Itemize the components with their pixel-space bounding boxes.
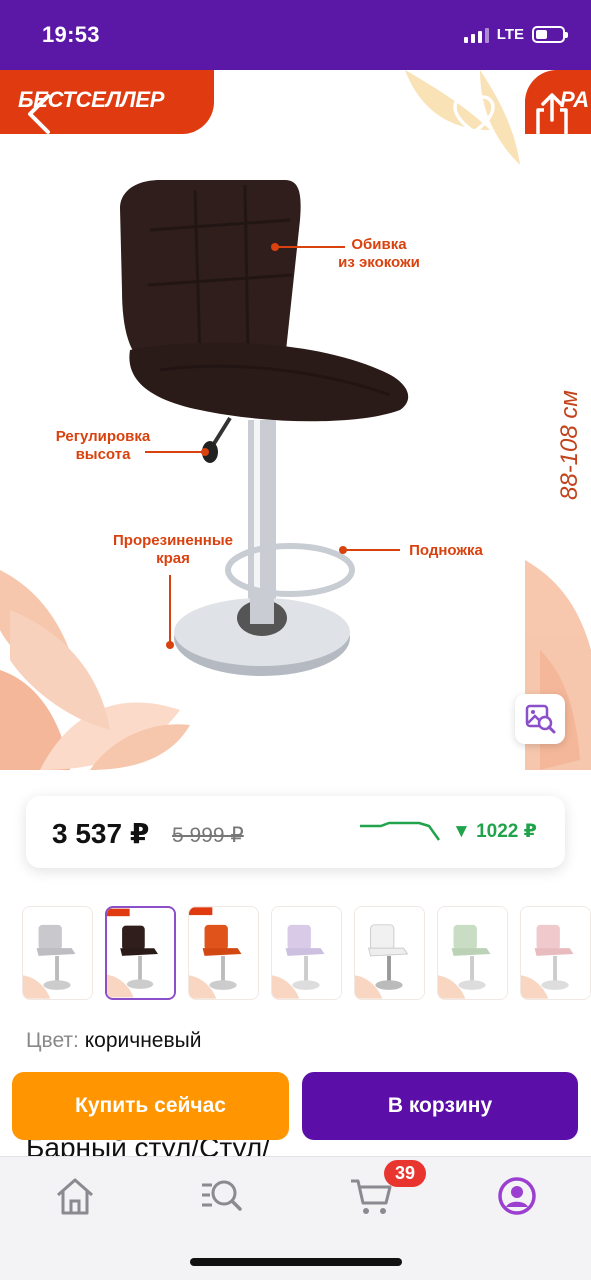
annotation-footrest: Подножка bbox=[409, 542, 483, 559]
network-type: LTE bbox=[496, 26, 524, 43]
thumbnail-green[interactable] bbox=[437, 906, 508, 1000]
status-indicators: LTE bbox=[463, 26, 568, 43]
price-drop: ▼ 1022 ₽ bbox=[452, 821, 537, 842]
buy-now-button[interactable]: Купить сейчас bbox=[12, 1072, 289, 1140]
status-time: 19:53 bbox=[42, 22, 100, 47]
product-image-gallery[interactable]: БЕСТСЕЛЛЕР РА Обивка из экокожи Регулиро… bbox=[0, 70, 591, 770]
old-price: 5 999 ₽ bbox=[172, 824, 244, 847]
thumbnail-gray[interactable] bbox=[22, 906, 93, 1000]
thumbnail-pink[interactable] bbox=[520, 906, 591, 1000]
thumbnail-strip bbox=[22, 906, 591, 1002]
share-icon[interactable] bbox=[530, 92, 574, 140]
annotation-rubber-edges: Прорезиненные края bbox=[113, 532, 233, 567]
home-icon[interactable] bbox=[52, 1173, 98, 1219]
price-trend-icon bbox=[360, 821, 441, 841]
image-search-icon[interactable] bbox=[515, 694, 565, 744]
profile-icon[interactable] bbox=[494, 1173, 540, 1219]
color-label: Цвет: bbox=[26, 1029, 79, 1052]
annotation-height-adjust: Регулировка высота bbox=[55, 428, 151, 463]
price-card[interactable]: 3 537 ₽ 5 999 ₽ ▼ 1022 ₽ bbox=[26, 796, 565, 868]
heart-icon[interactable] bbox=[452, 94, 496, 138]
thumbnail-white[interactable] bbox=[354, 906, 425, 1000]
thumbnail-orange[interactable] bbox=[188, 906, 259, 1000]
product-image bbox=[0, 70, 591, 770]
chevron-left-icon[interactable] bbox=[22, 90, 58, 138]
cart-count-badge: 39 bbox=[384, 1160, 426, 1187]
battery-icon bbox=[532, 26, 568, 43]
thumbnail-lavender[interactable] bbox=[271, 906, 342, 1000]
current-price: 3 537 ₽ bbox=[52, 818, 150, 849]
search-icon[interactable] bbox=[198, 1173, 244, 1219]
annotation-upholstery: Обивка из экокожи bbox=[338, 236, 420, 271]
color-selection: Цвет: коричневый bbox=[26, 1029, 201, 1053]
size-label: 88-108 см bbox=[556, 390, 583, 500]
add-to-cart-button[interactable]: В корзину bbox=[302, 1072, 578, 1140]
status-bar: 19:53 LTE bbox=[0, 0, 591, 70]
color-value: коричневый bbox=[84, 1029, 202, 1052]
signal-icon bbox=[463, 27, 489, 43]
home-indicator bbox=[190, 1258, 402, 1266]
product-page: 19:53 LTE БЕСТСЕЛЛЕР РА Обивка из экокож… bbox=[0, 0, 591, 1280]
thumbnail-brown[interactable] bbox=[105, 906, 176, 1000]
